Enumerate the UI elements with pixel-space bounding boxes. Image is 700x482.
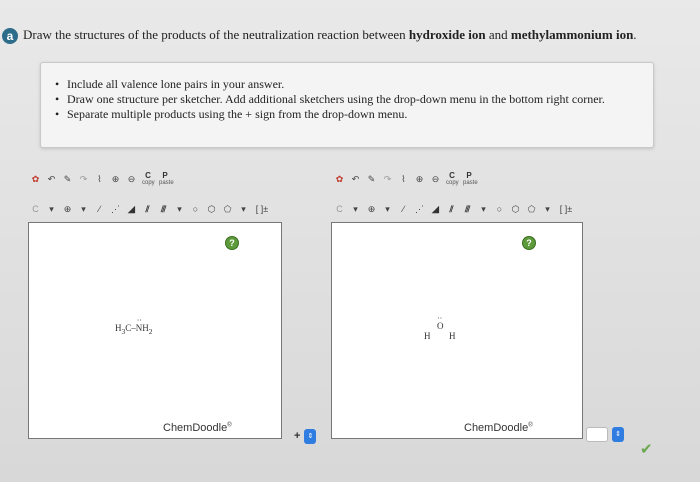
zoom-out-icon[interactable]: ⊖: [430, 174, 441, 185]
charge-plus-icon[interactable]: ⊕: [62, 204, 73, 215]
sketcher-2-toolbar-bottom: C ▾ ⊕ ▾ ∕ ⋰ ◢ ⫽ ⫻ ▾ ○ ⬡ ⬠ ▾ [ ]±: [334, 202, 574, 216]
check-icon: ✔: [640, 440, 653, 458]
single-bond-icon[interactable]: ∕: [94, 204, 105, 215]
undo-icon[interactable]: ↶: [350, 174, 361, 185]
double-bond-icon[interactable]: ⫽: [446, 204, 457, 215]
dropdown-box[interactable]: [586, 426, 608, 442]
ring-icon[interactable]: ○: [494, 204, 505, 215]
paste-sub: paste: [159, 180, 174, 186]
lasso-icon[interactable]: ⌇: [398, 174, 409, 185]
element-c-dropdown[interactable]: C: [30, 204, 41, 215]
bracket-charge-button[interactable]: [ ]±: [254, 204, 270, 215]
dashed-bond-icon[interactable]: ⋰: [414, 204, 425, 215]
benzene-ring-icon[interactable]: ⬡: [206, 204, 217, 215]
pentagon-ring-icon[interactable]: ⬠: [222, 204, 233, 215]
sketcher-1-toolbar-bottom: C ▾ ⊕ ▾ ∕ ⋰ ◢ ⫽ ⫻ ▾ ○ ⬡ ⬠ ▾ [ ]±: [30, 202, 270, 216]
stepper-icon[interactable]: ⇕: [612, 426, 624, 442]
pentagon-ring-icon[interactable]: ⬠: [526, 204, 537, 215]
sketcher-2-canvas[interactable]: ? H ·· O H ChemDoodle®: [331, 222, 583, 439]
dashed-bond-icon[interactable]: ⋰: [110, 204, 121, 215]
stepper-icon[interactable]: ⇕: [304, 428, 317, 444]
chevron-down-icon[interactable]: ▾: [78, 204, 89, 215]
clear-icon[interactable]: ✿: [334, 174, 345, 185]
molecule-water: H ·· O H: [424, 314, 464, 343]
chevron-down-icon[interactable]: ▾: [382, 204, 393, 215]
brand-text: ChemDoodle: [163, 422, 228, 434]
instruction-item: Draw one structure per sketcher. Add add…: [55, 92, 605, 107]
single-bond-icon[interactable]: ∕: [398, 204, 409, 215]
brand-text: ChemDoodle: [464, 422, 529, 434]
eraser-icon[interactable]: ✎: [366, 174, 377, 185]
copy-sub: copy: [142, 180, 155, 186]
chevron-down-icon[interactable]: ▾: [238, 204, 249, 215]
page: a Draw the structures of the products of…: [0, 0, 700, 482]
subscript: 2: [148, 326, 153, 336]
question-end: .: [633, 27, 637, 42]
eraser-icon[interactable]: ✎: [62, 174, 73, 185]
instructions-list: Include all valence lone pairs in your a…: [55, 77, 605, 122]
ring-icon[interactable]: ○: [190, 204, 201, 215]
copy-sub: copy: [446, 180, 459, 186]
instructions-box: Include all valence lone pairs in your a…: [40, 62, 654, 148]
question-text: Draw the structures of the products of t…: [23, 27, 637, 43]
sketcher-dropdown-control[interactable]: ⇕: [586, 426, 624, 442]
chevron-down-icon[interactable]: ▾: [174, 204, 185, 215]
triple-bond-icon[interactable]: ⫻: [158, 204, 169, 215]
lone-pair: ··: [136, 316, 143, 325]
help-button[interactable]: ?: [522, 236, 536, 250]
redo-icon[interactable]: ↷: [382, 174, 393, 185]
sketcher-1-canvas[interactable]: ? H3C– ·· NH2 ChemDoodle®: [28, 222, 282, 439]
chevron-down-icon[interactable]: ▾: [46, 204, 57, 215]
reactant-1: hydroxide ion: [408, 27, 486, 42]
atom-o: ·· O: [437, 314, 444, 331]
question-intro: Draw the structures of the products of t…: [23, 27, 409, 42]
molecule-methylamine: H3C– ·· NH2: [115, 316, 153, 336]
atom-h: H: [449, 331, 456, 341]
copy-button[interactable]: Ccopy: [142, 171, 155, 187]
undo-icon[interactable]: ↶: [46, 174, 57, 185]
zoom-in-icon[interactable]: ⊕: [110, 174, 121, 185]
chevron-down-icon[interactable]: ▾: [350, 204, 361, 215]
paste-label: P: [466, 171, 472, 180]
plus-icon[interactable]: +: [294, 430, 300, 442]
charge-plus-icon[interactable]: ⊕: [366, 204, 377, 215]
atom-n: ·· N: [136, 316, 143, 333]
atom-c: C–: [125, 323, 136, 333]
triple-bond-icon[interactable]: ⫻: [462, 204, 473, 215]
add-sketcher-control[interactable]: + ⇕: [294, 428, 317, 444]
clear-icon[interactable]: ✿: [30, 174, 41, 185]
copy-label: C: [145, 171, 151, 180]
part-badge: a: [2, 28, 18, 44]
atom-h: H: [424, 331, 431, 341]
double-bond-icon[interactable]: ⫽: [142, 204, 153, 215]
lone-pair: ··: [437, 314, 443, 323]
element-c-dropdown[interactable]: C: [334, 204, 345, 215]
chevron-down-icon[interactable]: ▾: [478, 204, 489, 215]
redo-icon[interactable]: ↷: [78, 174, 89, 185]
copy-button[interactable]: Ccopy: [446, 171, 459, 187]
chemdoodle-logo: ChemDoodle®: [464, 422, 533, 434]
sketcher-1-toolbar-top: ✿ ↶ ✎ ↷ ⌇ ⊕ ⊖ Ccopy Ppaste: [30, 171, 174, 187]
paste-sub: paste: [463, 180, 478, 186]
lasso-icon[interactable]: ⌇: [94, 174, 105, 185]
wedge-bond-icon[interactable]: ◢: [430, 204, 441, 215]
benzene-ring-icon[interactable]: ⬡: [510, 204, 521, 215]
chemdoodle-logo: ChemDoodle®: [163, 422, 232, 434]
paste-button[interactable]: Ppaste: [159, 171, 174, 187]
sketcher-2-toolbar-top: ✿ ↶ ✎ ↷ ⌇ ⊕ ⊖ Ccopy Ppaste: [334, 171, 478, 187]
instruction-item: Separate multiple products using the + s…: [55, 107, 605, 122]
zoom-in-icon[interactable]: ⊕: [414, 174, 425, 185]
instruction-item: Include all valence lone pairs in your a…: [55, 77, 605, 92]
paste-button[interactable]: Ppaste: [463, 171, 478, 187]
help-button[interactable]: ?: [225, 236, 239, 250]
chevron-down-icon[interactable]: ▾: [542, 204, 553, 215]
reactant-2: methylammonium ion: [510, 27, 634, 42]
zoom-out-icon[interactable]: ⊖: [126, 174, 137, 185]
bracket-charge-button[interactable]: [ ]±: [558, 204, 574, 215]
paste-label: P: [162, 171, 168, 180]
wedge-bond-icon[interactable]: ◢: [126, 204, 137, 215]
question-and: and: [485, 27, 511, 42]
copy-label: C: [449, 171, 455, 180]
